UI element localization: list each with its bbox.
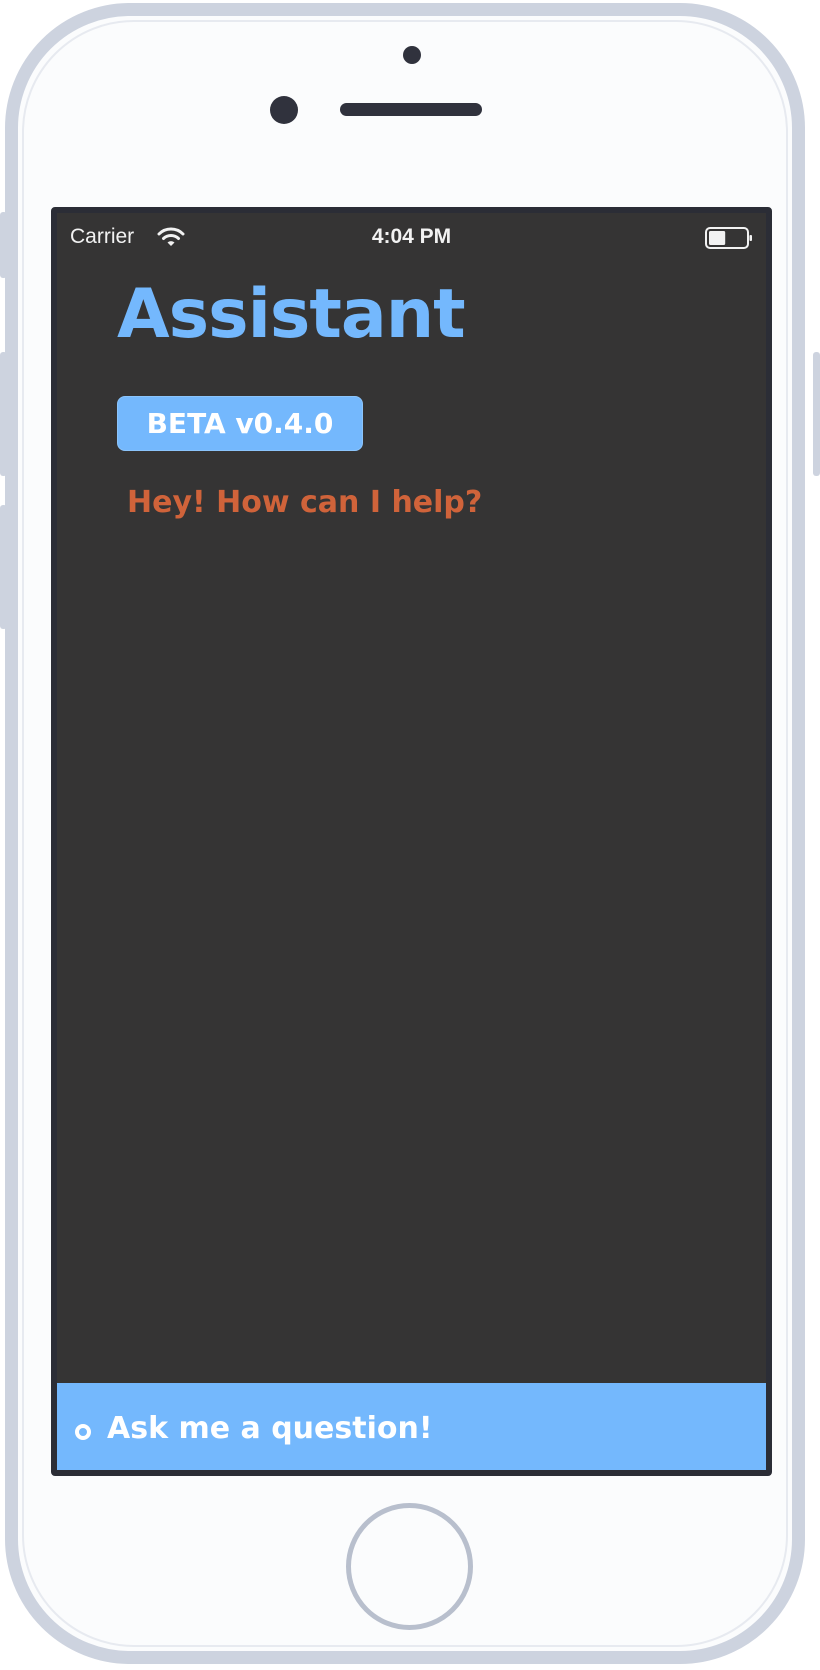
question-input[interactable]: Ask me a question! [57,1383,766,1470]
status-time: 4:04 PM [371,225,452,248]
question-placeholder: Ask me a question! [107,1411,433,1446]
proximity-sensor [403,46,421,64]
battery-level [709,231,726,245]
battery-icon [705,227,752,249]
status-bar: Carrier 4:04 PM [57,213,766,257]
mute-switch [0,212,7,278]
version-badge: BETA v0.4.0 [117,396,363,451]
front-camera [270,96,298,124]
phone-screen: Carrier 4:04 PM Assistant BETA v0.4.0 He… [51,207,772,1476]
power-button [813,352,820,476]
volume-down-button [0,505,7,629]
assistant-greeting: Hey! How can I help? [127,485,483,520]
circle-icon [75,1424,91,1440]
earpiece-speaker [340,103,482,116]
home-button[interactable] [346,1503,473,1630]
app-title: Assistant [117,275,466,354]
volume-up-button [0,352,7,476]
